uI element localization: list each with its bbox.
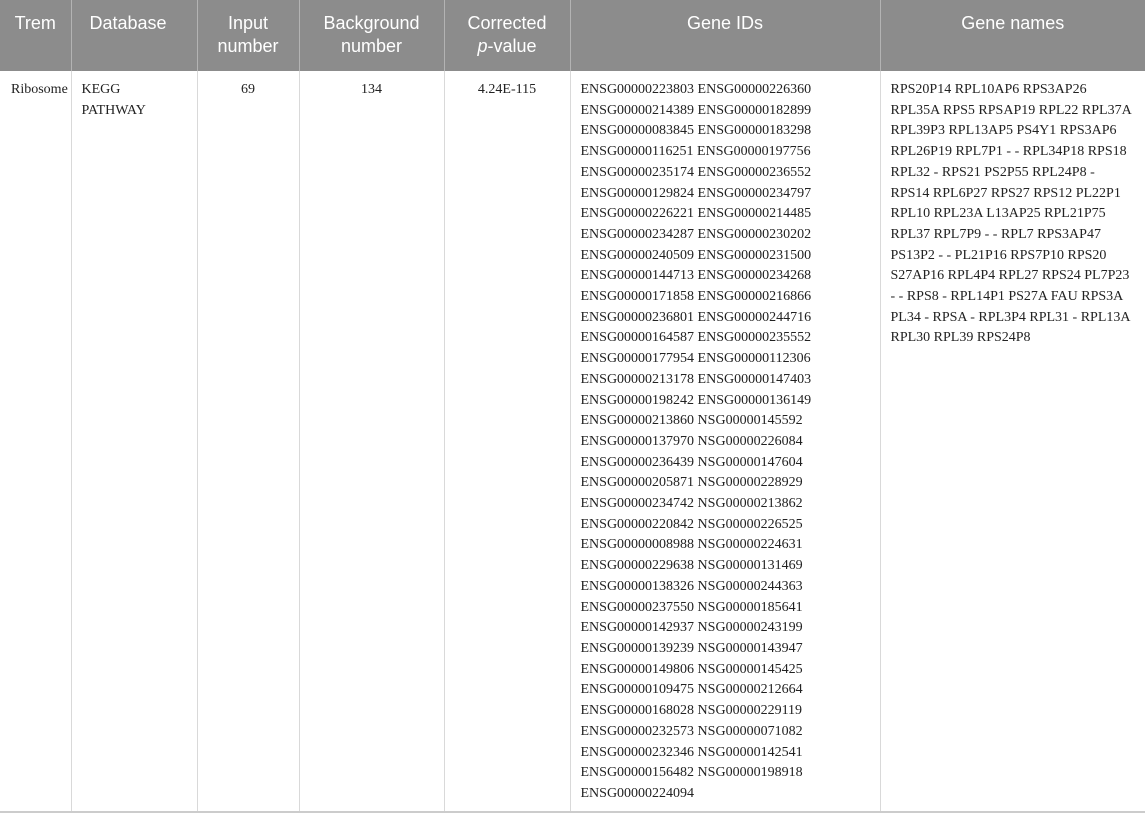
header-gene-ids: Gene IDs xyxy=(570,0,881,71)
gene-id-line: ENSG00000235174 ENSG00000236552 xyxy=(580,164,812,180)
gene-id-line: ENSG00000171858 ENSG00000216866 xyxy=(580,289,812,305)
gene-id-line: ENSG00000109475 NSG00000212664 xyxy=(580,682,803,698)
header-value-suffix: -value xyxy=(487,36,537,56)
cell-background-number: 134 xyxy=(299,71,445,813)
gene-id-line: ENSG00000144713 ENSG00000234268 xyxy=(580,268,812,284)
gene-id-line: ENSG00000223803 ENSG00000226360 xyxy=(580,82,812,97)
header-input-number-line2: number xyxy=(217,36,279,56)
gene-id-line: ENSG00000083845 ENSG00000183298 xyxy=(580,123,812,139)
gene-id-line: ENSG00000234287 ENSG00000230202 xyxy=(580,226,812,242)
gene-id-line: ENSG00000236801 ENSG00000244716 xyxy=(580,309,812,325)
header-background-number-line1: Background xyxy=(323,13,420,33)
gene-id-line: ENSG00000156482 NSG00000198918 xyxy=(580,765,803,781)
gene-id-line: ENSG00000198242 ENSG00000136149 xyxy=(580,392,812,408)
gene-id-line: ENSG00000205871 NSG00000228929 xyxy=(580,475,803,491)
header-gene-names: Gene names xyxy=(880,0,1145,71)
cell-database-line2: PATHWAY xyxy=(81,102,146,118)
header-database: Database xyxy=(71,0,198,71)
header-background-number-line2: number xyxy=(340,36,403,56)
gene-id-line: ENSG00000137970 NSG00000226084 xyxy=(580,433,803,449)
gene-id-line: ENSG00000142937 NSG00000243199 xyxy=(580,620,803,636)
gene-id-line: ENSG00000164587 ENSG00000235552 xyxy=(580,330,812,346)
gene-id-line: ENSG00000213178 ENSG00000147403 xyxy=(580,371,812,387)
cell-database-line1: KEGG xyxy=(81,82,121,97)
gene-id-line: ENSG00000234742 NSG00000213862 xyxy=(580,496,803,512)
gene-id-line: ENSG00000168028 NSG00000229119 xyxy=(580,703,803,719)
header-background-number: Background number xyxy=(299,0,445,71)
gene-id-line: ENSG00000237550 NSG00000185641 xyxy=(580,599,803,615)
gene-id-line: ENSG00000149806 NSG00000145425 xyxy=(580,661,803,677)
gene-id-line: ENSG00000116251 ENSG00000197756 xyxy=(580,144,811,160)
header-term: Trem xyxy=(0,0,72,71)
gene-id-line: ENSG00000220842 NSG00000226525 xyxy=(580,516,803,532)
header-input-number-line1: Input xyxy=(227,13,269,33)
header-p-italic: p xyxy=(477,36,488,56)
gene-id-line: ENSG00000224094 xyxy=(580,785,695,801)
cell-term: Ribosome xyxy=(0,71,72,813)
gene-id-line: ENSG00000240509 ENSG00000231500 xyxy=(580,247,812,263)
cell-database: KEGG PATHWAY xyxy=(71,71,198,813)
cell-input-number: 69 xyxy=(197,71,300,813)
gene-id-line: ENSG00000177954 ENSG00000112306 xyxy=(580,351,811,367)
gene-id-line: ENSG00000229638 NSG00000131469 xyxy=(580,558,803,574)
gene-id-line: ENSG00000139239 NSG00000143947 xyxy=(580,640,803,656)
gene-id-line: ENSG00000129824 ENSG00000234797 xyxy=(580,185,812,201)
cell-corrected-p-value: 4.24E-115 xyxy=(444,71,571,813)
gene-id-line: ENSG00000236439 NSG00000147604 xyxy=(580,454,803,470)
table-row: Ribosome KEGG PATHWAY 69 134 4.24E-115 E… xyxy=(0,71,1145,813)
header-input-number: Input number xyxy=(197,0,300,71)
gene-ids-list: ENSG00000223803 ENSG00000226360 ENSG00000… xyxy=(581,80,870,805)
gene-id-line: ENSG00000232346 NSG00000142541 xyxy=(580,744,803,760)
gene-id-line: ENSG00000008988 NSG00000224631 xyxy=(580,537,803,553)
gene-id-line: ENSG00000232573 NSG00000071082 xyxy=(580,723,803,739)
enrichment-table: Trem Database Input number Background nu… xyxy=(0,0,1145,813)
table-header: Trem Database Input number Background nu… xyxy=(0,0,1145,71)
gene-id-line: ENSG00000214389 ENSG00000182899 xyxy=(580,102,812,118)
gene-id-line: ENSG00000226221 ENSG00000214485 xyxy=(580,206,812,222)
cell-gene-ids: ENSG00000223803 ENSG00000226360 ENSG00000… xyxy=(570,71,881,813)
cell-gene-names: RPS20P14 RPL10AP6 RPS3AP26 RPL35A RPS5 R… xyxy=(890,82,1131,346)
header-corrected-line1: Corrected xyxy=(467,13,547,33)
header-corrected-p-value: Corrected p-value xyxy=(444,0,571,71)
gene-id-line: ENSG00000138326 NSG00000244363 xyxy=(580,578,803,594)
gene-id-line: ENSG00000213860 NSG00000145592 xyxy=(580,413,803,429)
